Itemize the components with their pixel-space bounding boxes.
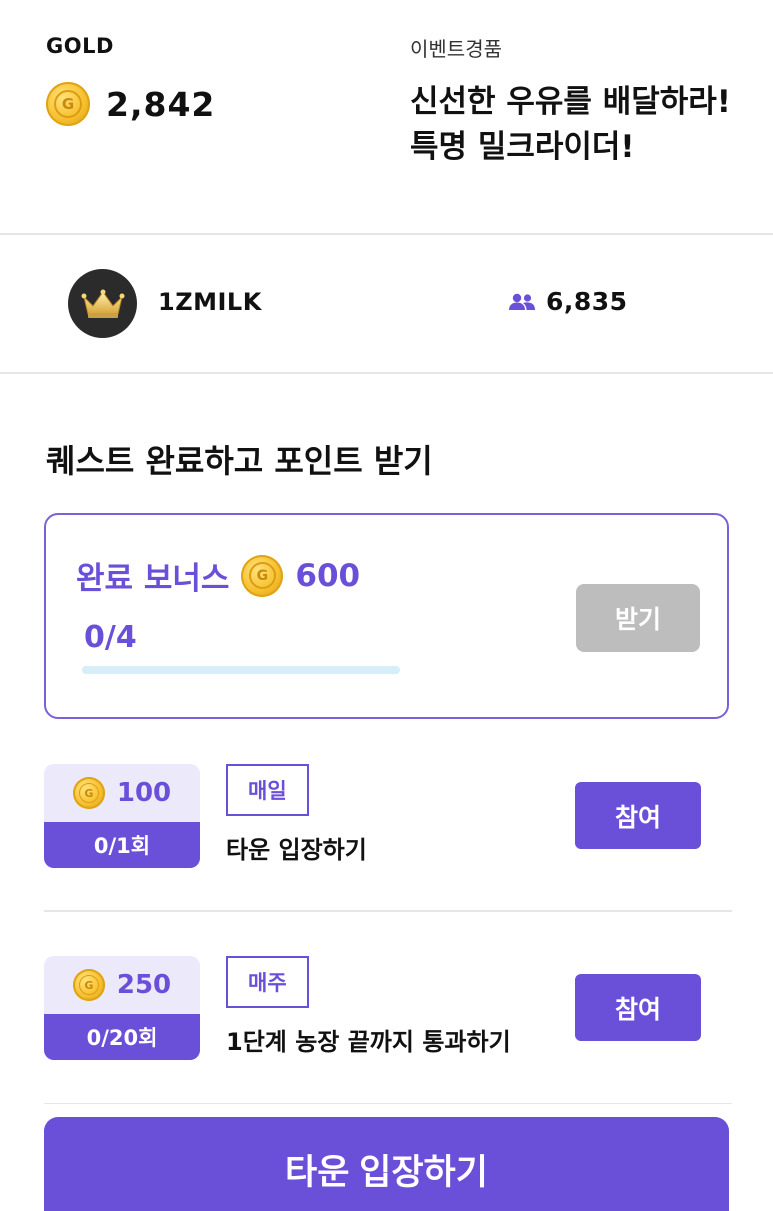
frequency-tag: 매일 — [226, 764, 309, 816]
join-button[interactable]: 참여 — [575, 974, 701, 1041]
quest-reward: G 100 0/1회 — [44, 764, 200, 868]
people-icon — [509, 293, 535, 310]
reward-amount: 250 — [116, 970, 172, 1000]
divider — [0, 372, 773, 374]
quest-count: 0/1회 — [44, 822, 200, 868]
bonus-progress-text: 0/4 — [84, 620, 137, 655]
gold-label: GOLD — [46, 34, 114, 58]
coin-icon: G — [72, 777, 105, 809]
bonus-label: 완료 보너스 — [76, 561, 230, 597]
receive-button[interactable]: 받기 — [576, 584, 700, 652]
reward-amount-row: G 100 — [44, 764, 200, 822]
frequency-tag: 매주 — [226, 956, 309, 1008]
quest-reward: G 250 0/20회 — [44, 956, 200, 1060]
quest-item: G 100 0/1회 매일 타운 입장하기 참여 — [44, 764, 729, 868]
divider — [44, 1103, 732, 1104]
quest-name: 1단계 농장 끝까지 통과하기 — [226, 1028, 511, 1056]
avatar[interactable] — [68, 269, 137, 338]
quest-count: 0/20회 — [44, 1014, 200, 1060]
divider — [44, 910, 732, 912]
section-title: 퀘스트 완료하고 포인트 받기 — [46, 442, 433, 480]
coin-icon: G — [46, 82, 90, 126]
event-title[interactable]: 신선한 우유를 배달하라! 특명 밀크라이더! — [410, 80, 760, 170]
members-count: 6,835 — [546, 287, 628, 316]
divider — [0, 233, 773, 235]
member-count: 6,835 — [508, 287, 628, 316]
reward-amount: 100 — [116, 778, 172, 808]
enter-town-button[interactable]: 타운 입장하기 — [44, 1117, 729, 1211]
coin-icon: G — [72, 969, 105, 1001]
gold-balance: G 2,842 — [46, 82, 215, 126]
join-button[interactable]: 참여 — [575, 782, 701, 849]
completion-bonus-card: 완료 보너스 G 600 0/4 받기 — [44, 513, 729, 719]
username: 1ZMILK — [158, 288, 262, 316]
bonus-progress-bar — [82, 666, 400, 674]
reward-amount-row: G 250 — [44, 956, 200, 1014]
gold-value: 2,842 — [106, 84, 216, 124]
quest-item: G 250 0/20회 매주 1단계 농장 끝까지 통과하기 참여 — [44, 956, 729, 1060]
bonus-title-row: 완료 보너스 G 600 — [76, 553, 360, 598]
crown-icon — [81, 289, 124, 318]
quest-name: 타운 입장하기 — [226, 836, 367, 864]
coin-icon: G — [241, 554, 284, 597]
event-label: 이벤트경품 — [410, 37, 502, 61]
bonus-amount: 600 — [295, 557, 361, 594]
